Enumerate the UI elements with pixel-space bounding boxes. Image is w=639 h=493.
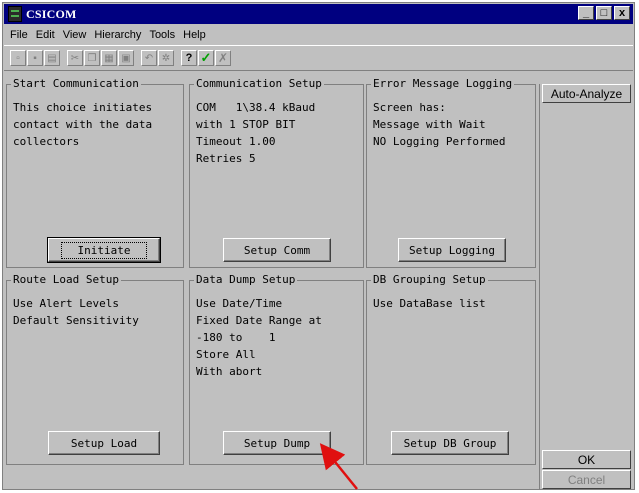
copy-icon[interactable]: ❐ <box>84 50 100 66</box>
save-icon[interactable]: ▪ <box>27 50 43 66</box>
panel-title: DB Grouping Setup <box>371 273 488 286</box>
menu-hierarchy[interactable]: Hierarchy <box>90 29 145 41</box>
db-grouping-setup-panel: DB Grouping Setup Use DataBase list Setu… <box>366 273 536 465</box>
panel-description: Use DataBase list <box>373 297 486 310</box>
menu-edit[interactable]: Edit <box>32 29 59 41</box>
panel-description: Use Date/Time Fixed Date Range at -180 t… <box>196 297 322 378</box>
route-load-setup-panel: Route Load Setup Use Alert Levels Defaul… <box>6 273 184 465</box>
setup-logging-button[interactable]: Setup Logging <box>398 238 506 262</box>
menu-bar: File Edit View Hierarchy Tools Help <box>4 25 633 44</box>
setup-load-button[interactable]: Setup Load <box>48 431 160 455</box>
panel-title: Data Dump Setup <box>194 273 298 286</box>
panel-title: Error Message Logging <box>371 77 515 90</box>
properties-icon[interactable]: ▣ <box>118 50 134 66</box>
start-communication-panel: Start Communication This choice initiate… <box>6 77 184 268</box>
setup-dump-button[interactable]: Setup Dump <box>223 431 331 455</box>
error-message-logging-panel: Error Message Logging Screen has: Messag… <box>366 77 536 268</box>
data-dump-setup-panel: Data Dump Setup Use Date/Time Fixed Date… <box>189 273 364 465</box>
undo-icon[interactable]: ↶ <box>141 50 157 66</box>
title-bar: CSICOM _ □ x <box>4 4 633 24</box>
print-icon[interactable]: ▤ <box>44 50 60 66</box>
help-icon[interactable]: ? <box>181 50 197 66</box>
checkmark-icon[interactable]: ✓ <box>198 50 214 66</box>
minimize-button[interactable]: _ <box>578 6 594 20</box>
menu-tools[interactable]: Tools <box>145 29 179 41</box>
menu-help[interactable]: Help <box>179 29 210 41</box>
panel-title: Start Communication <box>11 77 141 90</box>
cancel-button[interactable]: Cancel <box>542 470 631 489</box>
communication-setup-panel: Communication Setup COM 1\38.4 kBaud wit… <box>189 77 364 268</box>
window-controls: _ □ x <box>578 6 630 20</box>
setup-db-group-button[interactable]: Setup DB Group <box>391 431 509 455</box>
panel-description: This choice initiates contact with the d… <box>13 101 153 148</box>
toolbar: ▫ ▪ ▤ ✂ ❐ ▦ ▣ ↶ ✲ ? ✓ ✗ <box>4 45 633 71</box>
action-pane: Auto-Analyze OK Cancel <box>539 84 635 489</box>
setup-panels: Start Communication This choice initiate… <box>6 77 536 465</box>
new-icon[interactable]: ▫ <box>10 50 26 66</box>
paste-icon[interactable]: ▦ <box>101 50 117 66</box>
app-window: CSICOM _ □ x File Edit View Hierarchy To… <box>2 2 635 490</box>
panel-title: Route Load Setup <box>11 273 121 286</box>
initiate-button-label: Initiate <box>60 241 148 259</box>
setup-comm-button[interactable]: Setup Comm <box>223 238 331 262</box>
cross-icon[interactable]: ✗ <box>215 50 231 66</box>
auto-analyze-button[interactable]: Auto-Analyze <box>542 84 631 103</box>
panel-description: COM 1\38.4 kBaud with 1 STOP BIT Timeout… <box>196 101 316 165</box>
panel-description: Use Alert Levels Default Sensitivity <box>13 297 139 327</box>
menu-view[interactable]: View <box>59 29 91 41</box>
close-button[interactable]: x <box>614 6 630 20</box>
maximize-button[interactable]: □ <box>596 6 612 20</box>
ok-button[interactable]: OK <box>542 450 631 469</box>
panel-title: Communication Setup <box>194 77 324 90</box>
window-title: CSICOM <box>26 6 77 21</box>
panel-description: Screen has: Message with Wait NO Logging… <box>373 101 506 148</box>
tools-icon[interactable]: ✲ <box>158 50 174 66</box>
cut-icon[interactable]: ✂ <box>67 50 83 66</box>
app-icon <box>8 6 22 22</box>
initiate-button[interactable]: Initiate <box>47 237 161 263</box>
menu-file[interactable]: File <box>4 29 32 41</box>
